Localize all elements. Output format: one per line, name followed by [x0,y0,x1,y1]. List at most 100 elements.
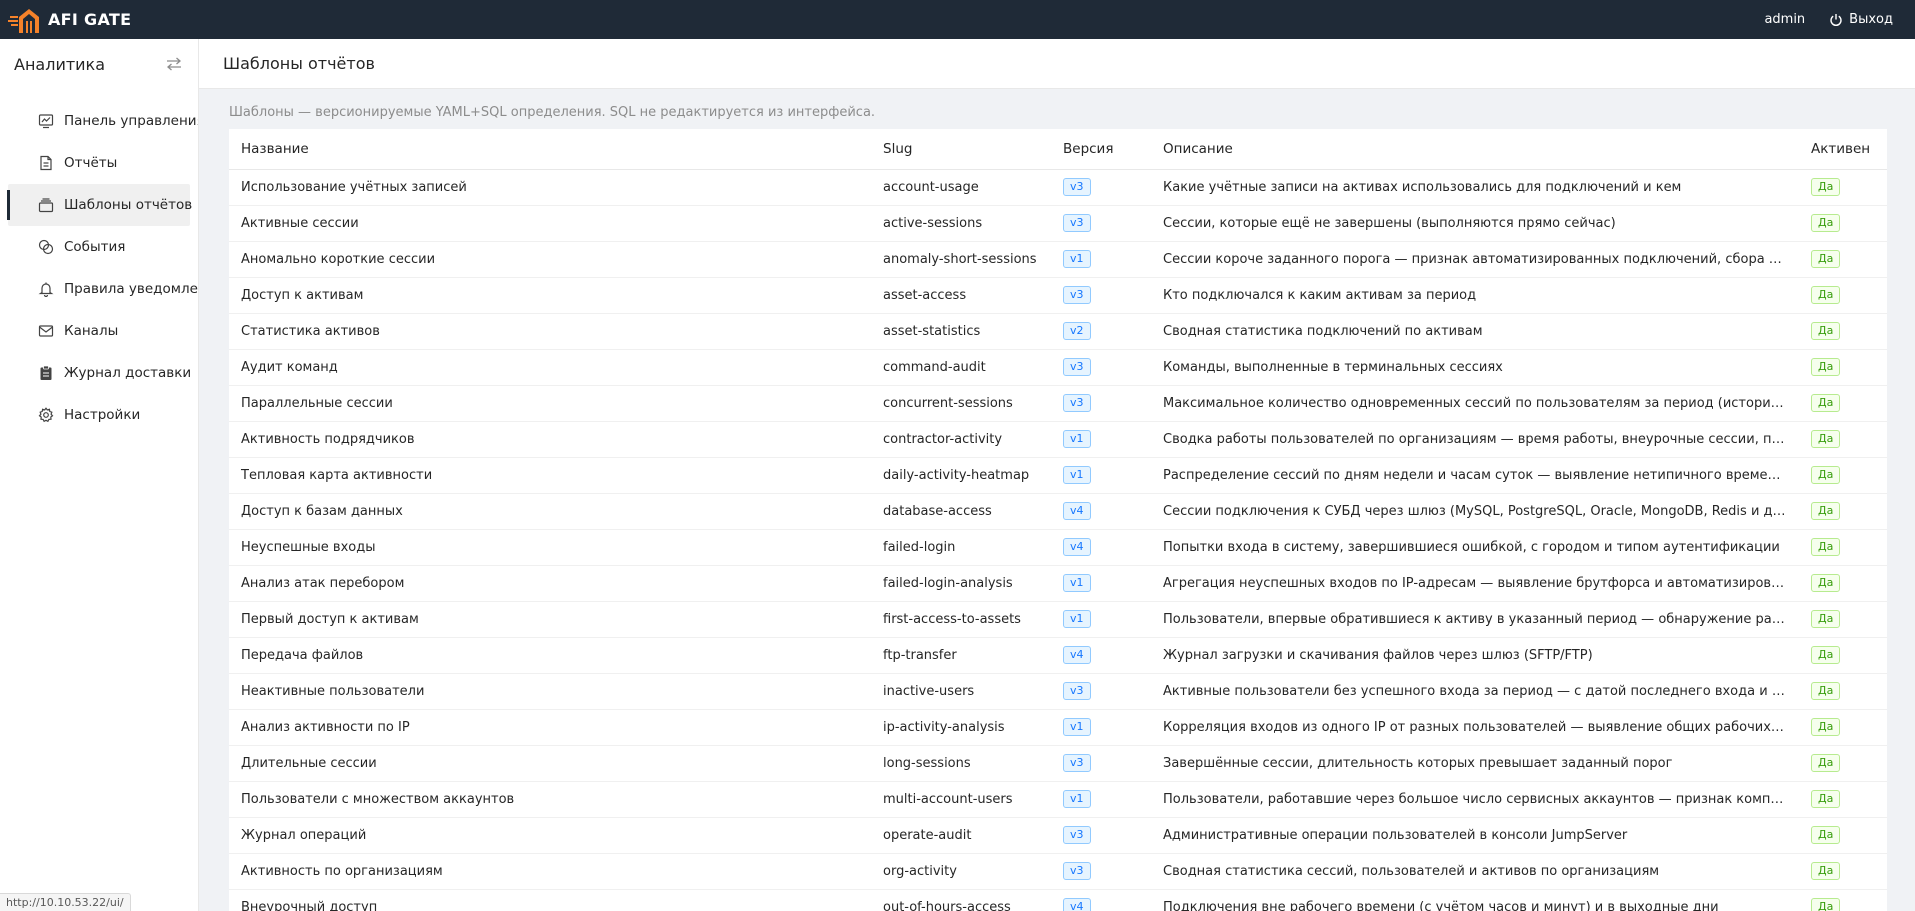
column-header-slug[interactable]: Slug [871,129,1051,170]
cell-slug: long-sessions [871,745,1051,782]
cell-version-tag: v2 [1063,322,1091,340]
table-row[interactable]: Длительные сессии long-sessions v3 Завершён… [229,745,1887,782]
sidebar-item-label: События [64,239,126,255]
cell-description: Корреляция входов из одного IP от разных… [1151,709,1799,746]
cell-slug: contractor-activity [871,421,1051,458]
cell-slug: asset-statistics [871,313,1051,350]
cell-slug: concurrent-sessions [871,385,1051,422]
table-row[interactable]: Активность по организациям org-activity v3… [229,853,1887,890]
cell-name: Длительные сессии [229,745,871,782]
table-row[interactable]: Использование учётных записей account-usa… [229,169,1887,206]
cell-version: v4 [1051,529,1151,566]
sidebar-item-reports[interactable]: Отчёты [8,142,190,184]
table-row[interactable]: Журнал операций operate-audit v3 Администра… [229,817,1887,854]
table-row[interactable]: Аудит команд command-audit v3 Команды, выпо… [229,349,1887,386]
table-row[interactable]: Анализ активности по IP ip-activity-analy… [229,709,1887,746]
column-header-active[interactable]: Активен [1799,129,1887,170]
user-name[interactable]: admin [1764,12,1805,27]
gear-icon [38,407,54,423]
sidebar-item-label: Настройки [64,407,141,423]
table-body: Использование учётных записей account-usa… [229,169,1887,911]
table-row[interactable]: Активные сессии active-sessions v3 Сессии, … [229,205,1887,242]
logout-button[interactable]: Выход [1829,12,1893,27]
cell-description: Агрегация неуспешных входов по IP-адреса… [1151,565,1799,602]
cell-name: Активность подрядчиков [229,421,871,458]
cell-description: Подключения вне рабочего времени (с учёт… [1151,889,1799,911]
cell-version: v4 [1051,889,1151,911]
logo-text: AFI GATE [48,10,132,29]
cell-active: Да [1799,637,1887,674]
table-row[interactable]: Статистика активов asset-statistics v2 Свод… [229,313,1887,350]
cell-active-tag: Да [1811,322,1841,340]
sidebar-item-delivery-log[interactable]: Журнал доставки [8,352,191,394]
cell-active-tag: Да [1811,682,1841,700]
cell-active: Да [1799,817,1887,854]
cell-description: Журнал загрузки и скачивания файлов чере… [1151,637,1799,674]
cell-slug: database-access [871,493,1051,530]
table-row[interactable]: Неактивные пользователи inactive-users v3 А… [229,673,1887,710]
table-row[interactable]: Передача файлов ftp-transfer v4 Журнал загр… [229,637,1887,674]
cell-version-tag: v1 [1063,466,1091,484]
cell-active-tag: Да [1811,898,1841,911]
table-row[interactable]: Доступ к активам asset-access v3 Кто подклю… [229,277,1887,314]
cell-version: v4 [1051,637,1151,674]
cell-name: Активность по организациям [229,853,871,890]
cell-active: Да [1799,853,1887,890]
cell-version-tag: v4 [1063,538,1091,556]
table-row[interactable]: Тепловая карта активности daily-activity-… [229,457,1887,494]
table-row[interactable]: Доступ к базам данных database-access v4 Се… [229,493,1887,530]
cell-description: Попытки входа в систему, завершившиеся о… [1151,529,1799,566]
cell-version-tag: v3 [1063,178,1091,196]
cell-version-tag: v3 [1063,754,1091,772]
cell-description: Сессии подключения к СУБД через шлюз (My… [1151,493,1799,530]
logo[interactable]: AFI GATE [0,0,131,39]
sidebar-toggle-button[interactable] [166,57,182,71]
cell-slug: out-of-hours-access [871,889,1051,911]
table-row[interactable]: Анализ атак перебором failed-login-analys… [229,565,1887,602]
sidebar-item-channels[interactable]: Каналы [8,310,190,352]
column-header-version[interactable]: Версия [1051,129,1151,170]
cell-description: Сводная статистика сессий, пользователей… [1151,853,1799,890]
table-row[interactable]: Пользователи с множеством аккаунтов multi… [229,781,1887,818]
cell-description: Сессии, которые ещё не завершены (выполн… [1151,205,1799,242]
top-bar: AFI GATE admin Выход [0,0,1915,39]
cell-name: Журнал операций [229,817,871,854]
cell-name: Пользователи с множеством аккаунтов [229,781,871,818]
cell-active-tag: Да [1811,862,1841,880]
table-row[interactable]: Первый доступ к активам first-access-to-a… [229,601,1887,638]
sidebar-item-report-templates[interactable]: Шаблоны отчётов [7,184,192,226]
table-header-row: Название Slug Версия Описание Активен [229,129,1887,170]
cell-version-tag: v3 [1063,826,1091,844]
cell-version-tag: v1 [1063,610,1091,628]
cell-name: Анализ активности по IP [229,709,871,746]
cell-name: Неуспешные входы [229,529,871,566]
cell-version: v1 [1051,241,1151,278]
table-row[interactable]: Активность подрядчиков contractor-activit… [229,421,1887,458]
table-row[interactable]: Аномально короткие сессии anomaly-short-s… [229,241,1887,278]
sidebar-item-dashboard[interactable]: Панель управления [8,100,198,142]
logout-label: Выход [1849,12,1893,27]
cell-version: v3 [1051,385,1151,422]
sidebar-item-notification-rules[interactable]: Правила уведомлений [8,268,198,310]
table-row[interactable]: Неуспешные входы failed-login v4 Попытки вх… [229,529,1887,566]
cell-version: v3 [1051,169,1151,206]
table-row[interactable]: Внеурочный доступ out-of-hours-access v4 По… [229,889,1887,911]
cell-description: Распределение сессий по дням недели и ча… [1151,457,1799,494]
cell-slug: account-usage [871,169,1051,206]
table-row[interactable]: Параллельные сессии concurrent-sessions v3… [229,385,1887,422]
cell-version: v3 [1051,349,1151,386]
cell-active: Да [1799,457,1887,494]
cell-description: Завершённые сессии, длительность которых… [1151,745,1799,782]
column-header-description[interactable]: Описание [1151,129,1799,170]
column-header-name[interactable]: Название [229,129,871,170]
cell-active: Да [1799,493,1887,530]
cell-name: Доступ к активам [229,277,871,314]
cell-active: Да [1799,529,1887,566]
cell-version-tag: v3 [1063,358,1091,376]
cell-version-tag: v4 [1063,646,1091,664]
cell-version-tag: v3 [1063,286,1091,304]
cell-active: Да [1799,349,1887,386]
sidebar-item-events[interactable]: События [8,226,190,268]
cell-name: Параллельные сессии [229,385,871,422]
sidebar-item-settings[interactable]: Настройки [8,394,190,436]
